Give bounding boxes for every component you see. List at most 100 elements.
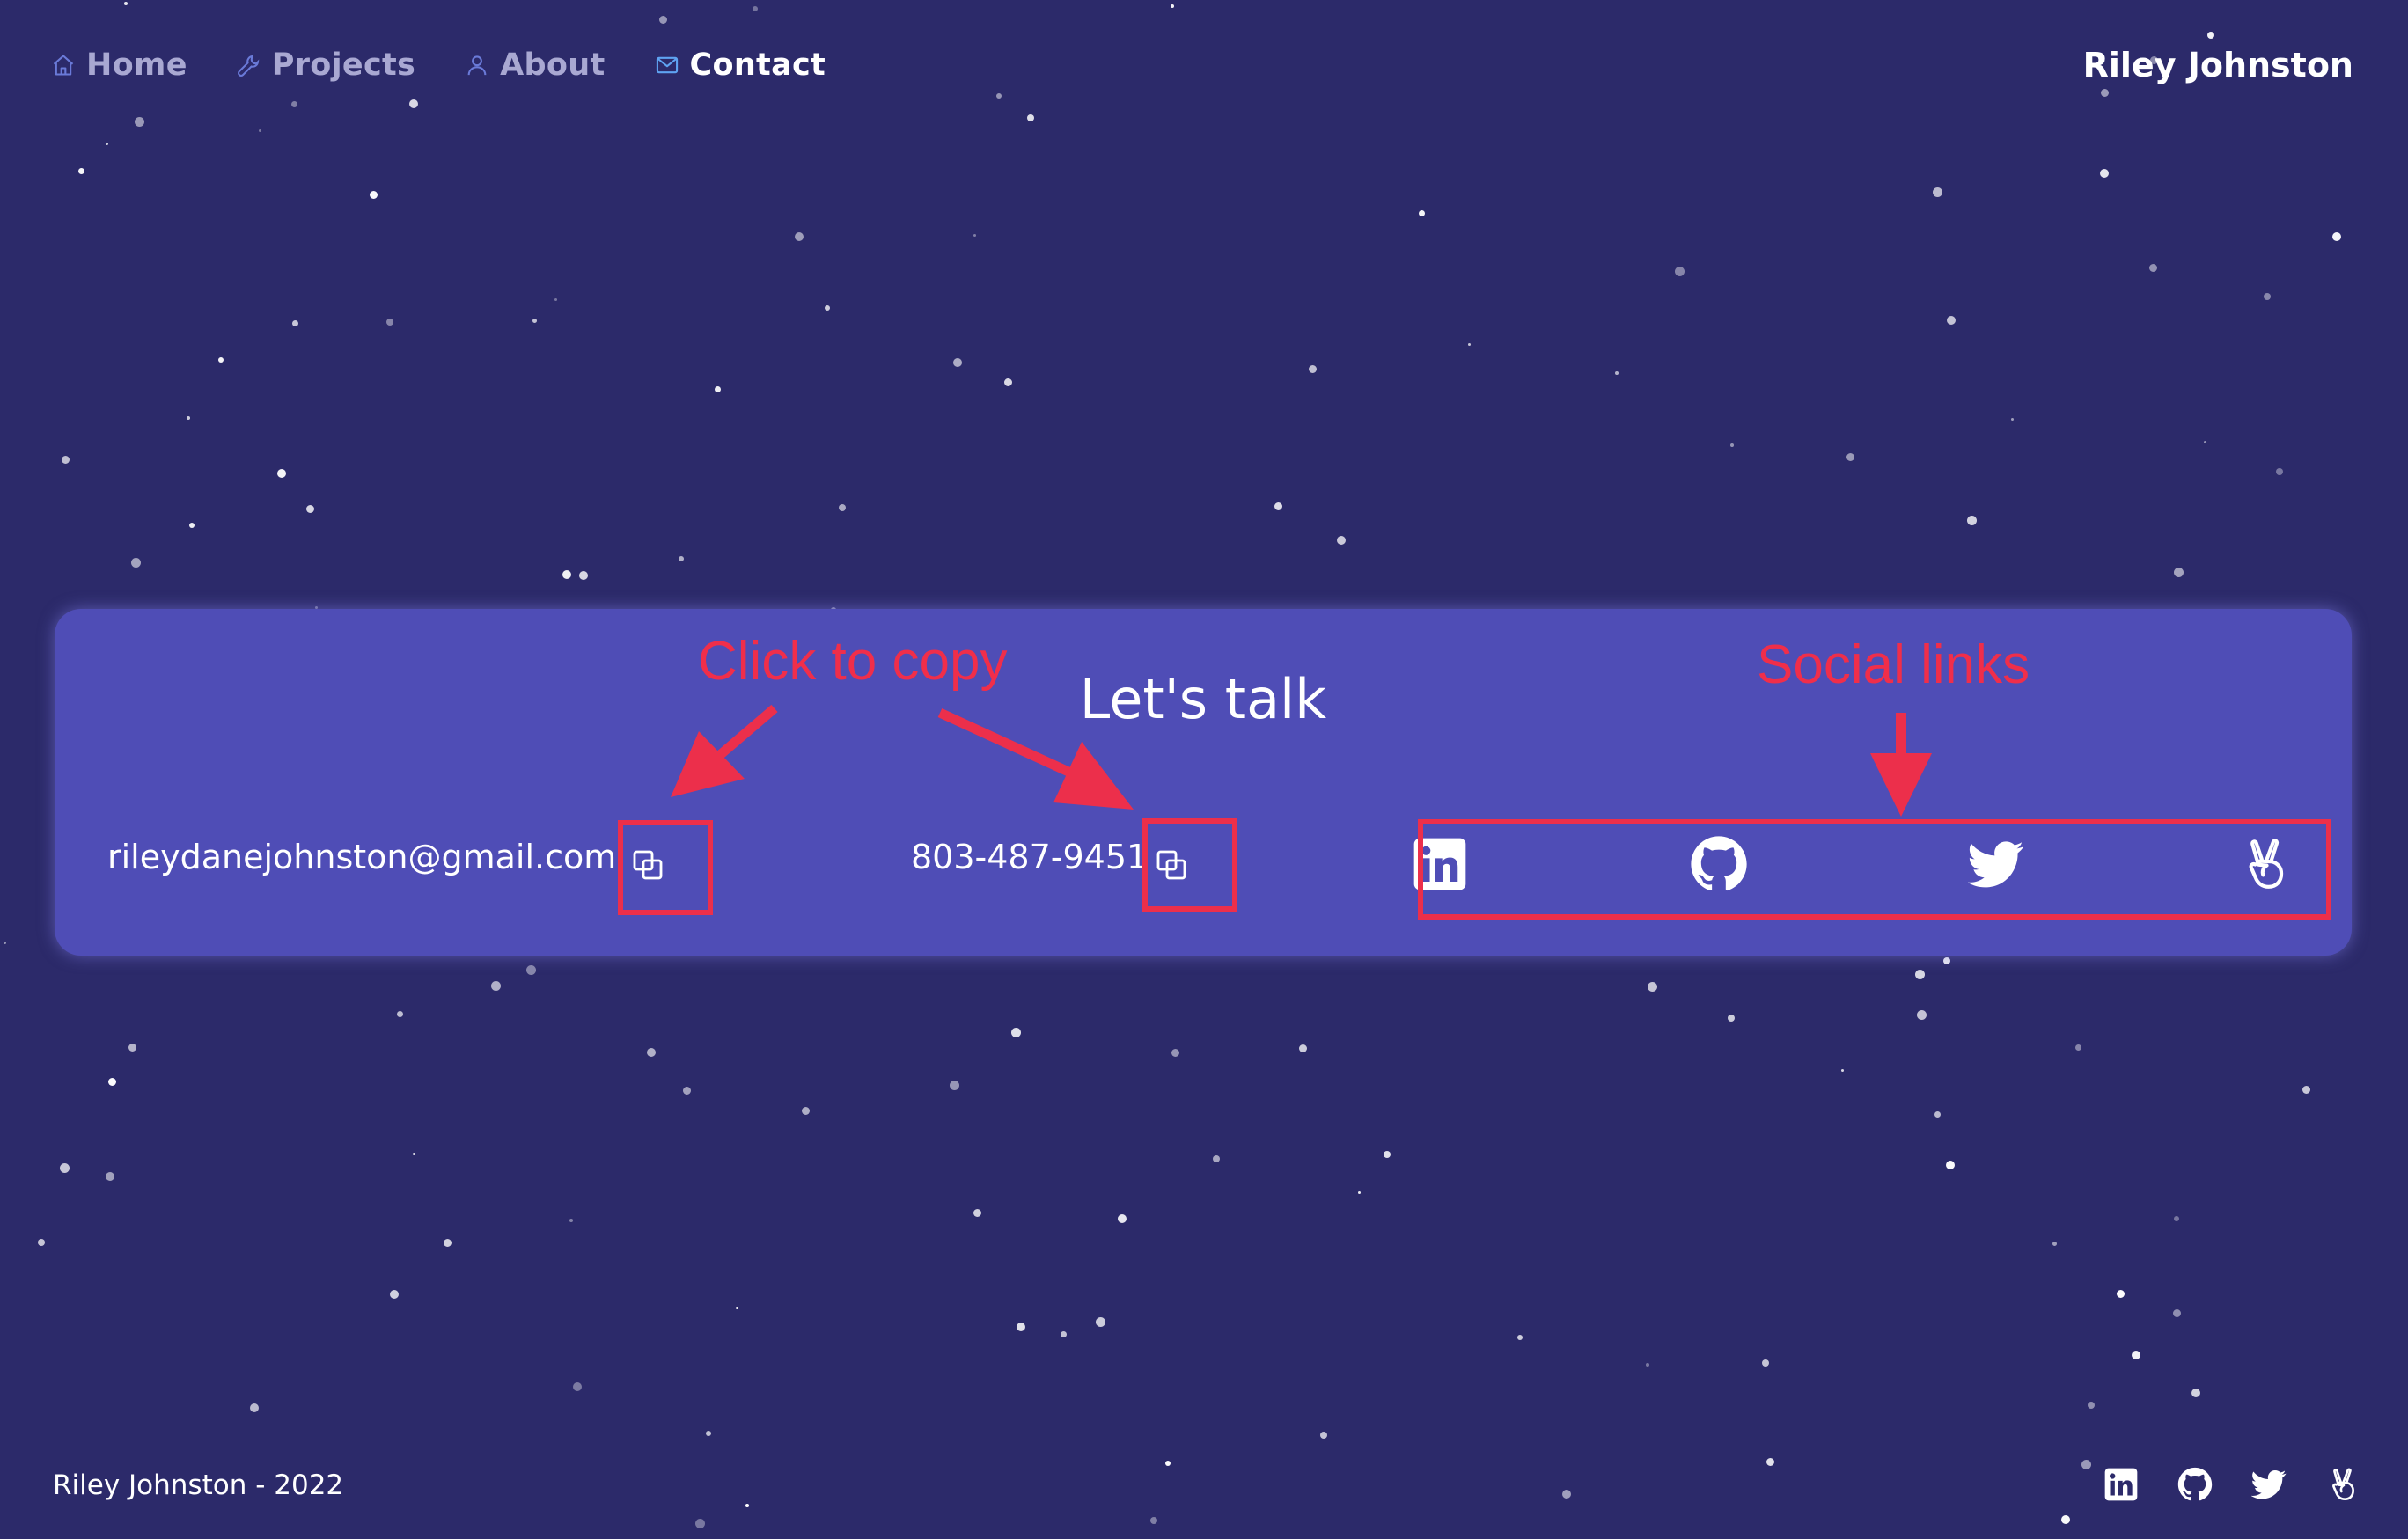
star (1947, 316, 1956, 325)
star (1171, 4, 1174, 8)
mail-icon (655, 53, 679, 77)
star (1309, 365, 1317, 373)
star (579, 571, 588, 580)
star (277, 469, 286, 478)
star (659, 16, 667, 24)
star (1846, 453, 1854, 461)
footer-social-links (2067, 1465, 2362, 1504)
star (2101, 89, 2109, 97)
star (2191, 1389, 2200, 1397)
phone-number: 803-487-9451 (911, 838, 1149, 876)
star (390, 1290, 399, 1299)
star (2132, 1351, 2140, 1359)
star (106, 143, 108, 145)
star (562, 570, 571, 579)
footer-angellist-link[interactable] (2324, 1465, 2362, 1504)
star (745, 1504, 749, 1507)
star (2207, 32, 2214, 39)
star (1730, 443, 1734, 447)
star (1934, 1111, 1941, 1118)
star (2302, 1086, 2310, 1094)
star (1933, 187, 1942, 197)
star (62, 456, 70, 464)
star (1915, 970, 1925, 979)
star (1675, 267, 1685, 276)
star (1299, 1044, 1307, 1052)
star (695, 1519, 705, 1528)
star (1648, 982, 1657, 992)
star (736, 1307, 738, 1309)
star (1917, 1010, 1927, 1020)
star (683, 1087, 691, 1095)
star (108, 1078, 116, 1086)
star (526, 965, 536, 975)
star (953, 358, 962, 367)
star (1118, 1214, 1127, 1223)
star (306, 505, 314, 513)
star (839, 504, 846, 511)
nav-item-about[interactable]: About (465, 48, 605, 83)
star (2174, 1216, 2179, 1221)
nav-item-label: Projects (271, 48, 416, 83)
star (250, 1403, 259, 1412)
nav-item-projects[interactable]: Projects (237, 48, 415, 83)
star (1615, 371, 1619, 375)
star (2276, 468, 2283, 475)
star (1274, 502, 1282, 510)
star (2174, 568, 2184, 577)
star (1165, 1461, 1171, 1466)
star (1004, 378, 1012, 386)
nav-item-label: Home (86, 48, 187, 83)
star (973, 234, 976, 237)
star (409, 99, 418, 108)
star (1419, 210, 1425, 216)
footer-linkedin-link[interactable] (2102, 1465, 2140, 1504)
star (1213, 1155, 1220, 1162)
star (950, 1081, 959, 1090)
footer-twitter-link[interactable] (2250, 1465, 2288, 1504)
star (715, 386, 721, 392)
star (802, 1107, 810, 1115)
star (973, 1209, 981, 1217)
social-annotation-label: Social links (1757, 634, 2030, 695)
email-copy-highlight-box (618, 820, 713, 915)
nav-item-contact[interactable]: Contact (655, 48, 826, 83)
star (2117, 1290, 2125, 1298)
star (1011, 1028, 1021, 1037)
star (1468, 343, 1471, 346)
star (2264, 293, 2271, 300)
copy-annotation-label: Click to copy (698, 631, 1008, 692)
star (573, 1382, 582, 1391)
star (1562, 1490, 1571, 1499)
star (1646, 1363, 1649, 1367)
star (1027, 114, 1034, 121)
star (1171, 1049, 1179, 1057)
star (1841, 1069, 1844, 1072)
twitter-icon (2251, 1470, 2287, 1499)
star (4, 942, 6, 944)
star (1150, 1517, 1157, 1524)
footer-github-link[interactable] (2176, 1465, 2214, 1504)
brand-name[interactable]: Riley Johnston (2083, 42, 2353, 88)
star (187, 416, 190, 420)
star (1358, 1191, 1361, 1194)
home-icon (51, 53, 76, 77)
nav-item-home[interactable]: Home (51, 48, 187, 83)
main-nav: Home Projects About Contact (51, 42, 875, 88)
star (124, 2, 128, 5)
star (386, 319, 393, 326)
star (131, 558, 141, 568)
star (218, 357, 224, 363)
star (1766, 1458, 1774, 1466)
star (128, 1044, 136, 1052)
star (2061, 1515, 2070, 1524)
github-icon (2177, 1467, 2213, 1501)
star (1517, 1335, 1523, 1340)
linkedin-icon (2104, 1468, 2138, 1501)
person-icon (465, 53, 489, 77)
star (1320, 1432, 1327, 1439)
star (2100, 169, 2109, 178)
star (2052, 1242, 2057, 1246)
star (259, 129, 261, 132)
social-links-highlight-box (1418, 819, 2331, 920)
